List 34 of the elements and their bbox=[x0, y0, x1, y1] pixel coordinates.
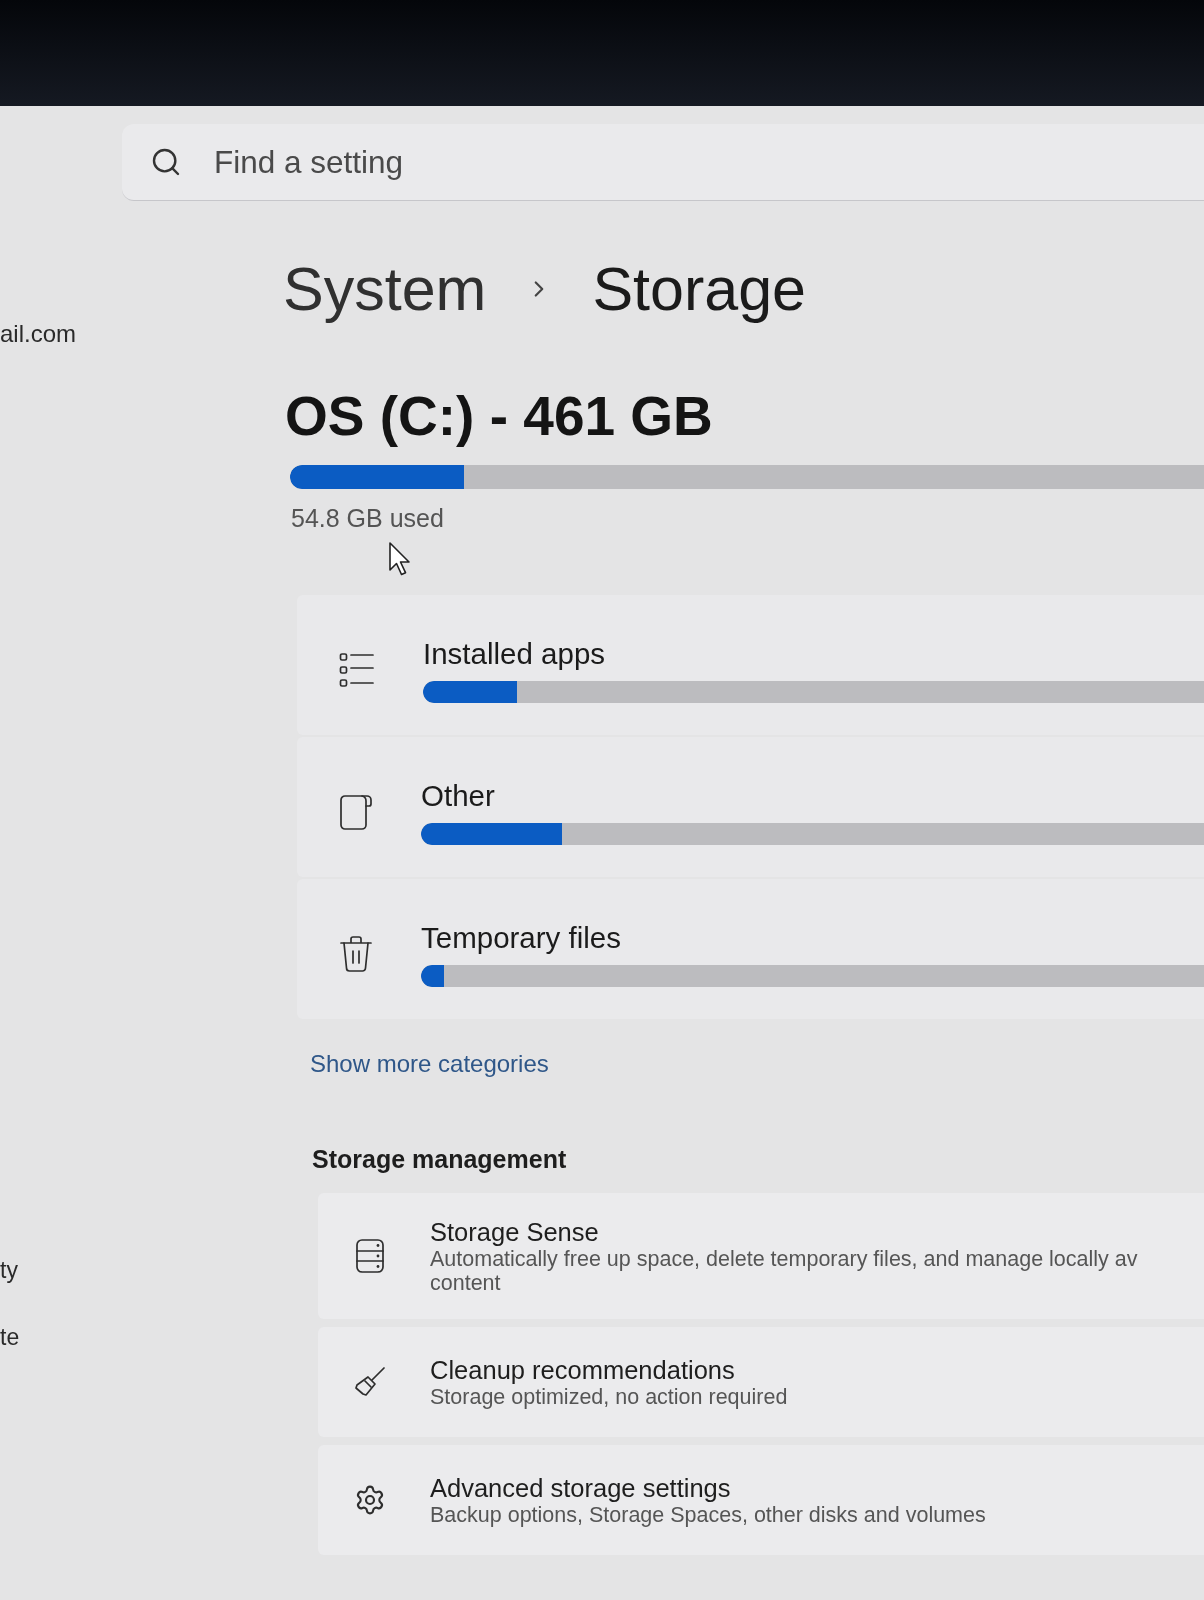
sidebar-item[interactable]: ty bbox=[0, 1255, 18, 1285]
trash-icon bbox=[339, 935, 373, 973]
search-icon bbox=[150, 146, 182, 178]
page-title: Storage bbox=[592, 254, 807, 325]
card-title: Storage Sense bbox=[430, 1217, 600, 1247]
section-heading: Storage management bbox=[312, 1144, 568, 1175]
show-more-link[interactable]: Show more categories bbox=[310, 1049, 549, 1079]
category-label: Other bbox=[421, 779, 496, 813]
mouse-pointer-icon bbox=[388, 541, 412, 577]
search-field[interactable]: Find a setting bbox=[122, 124, 1204, 201]
settings-card[interactable]: Storage Sense Automatically free up space, delete temporary files, and manage locally av content bbox=[318, 1193, 1204, 1319]
card-title: Cleanup recommendations bbox=[430, 1355, 736, 1385]
category-label: Installed apps bbox=[423, 637, 607, 671]
category-card[interactable]: Other bbox=[297, 737, 1204, 877]
used-space-text: 54.8 GB used bbox=[291, 504, 444, 532]
sidebar-item[interactable]: te bbox=[0, 1322, 20, 1352]
category-label: Temporary files bbox=[421, 921, 622, 955]
category-card[interactable]: Installed apps bbox=[297, 595, 1204, 735]
settings-card[interactable]: Advanced storage settings Backup options, Storage Spaces, other disks and volumes bbox=[318, 1445, 1204, 1555]
card-description: Backup options, Storage Spaces, other disks and volumes bbox=[430, 1503, 986, 1527]
settings-card[interactable]: Cleanup recommendations Storage optimized, no action required bbox=[318, 1327, 1204, 1437]
list-icon bbox=[339, 652, 375, 688]
drive-title: OS (C:) - 461 GB bbox=[285, 384, 714, 449]
broom-icon bbox=[354, 1366, 386, 1398]
card-description: Automatically free up space, delete temporary files, and manage locally av content bbox=[430, 1247, 1138, 1295]
category-card[interactable]: Temporary files bbox=[297, 879, 1204, 1019]
search-placeholder: Find a setting bbox=[214, 143, 404, 181]
card-description: Storage optimized, no action required bbox=[430, 1385, 788, 1409]
account-email: ail.com bbox=[0, 319, 77, 349]
drive-stack-icon bbox=[354, 1238, 386, 1274]
settings-icon bbox=[354, 1484, 386, 1516]
card-title: Advanced storage settings bbox=[430, 1473, 732, 1503]
page-icon bbox=[339, 793, 373, 831]
breadcrumb-link[interactable]: System bbox=[283, 253, 487, 325]
